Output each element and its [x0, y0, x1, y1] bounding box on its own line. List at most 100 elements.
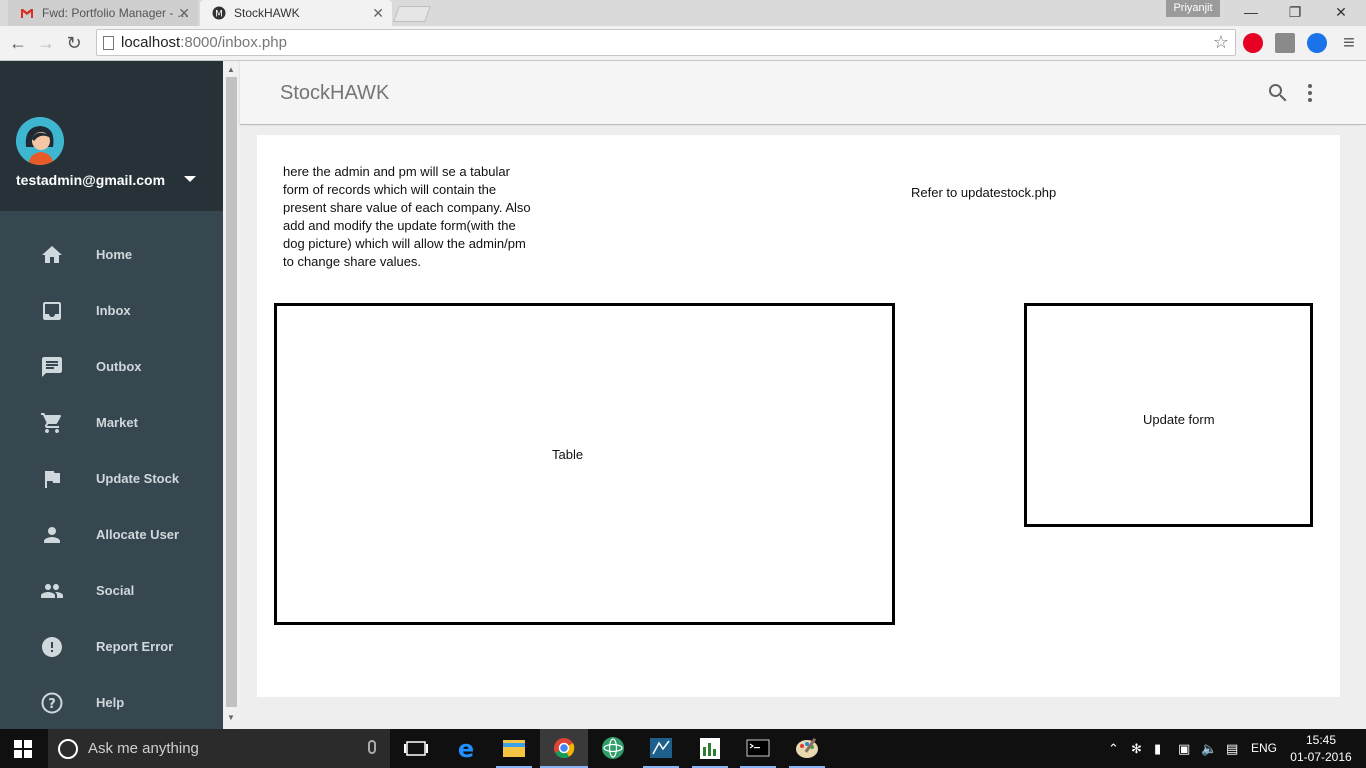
sidebar-scrollbar[interactable]: ▲ ▼	[223, 61, 240, 729]
extension-icon[interactable]	[1275, 33, 1295, 53]
avatar-image	[16, 117, 64, 165]
table-placeholder: Table	[274, 303, 895, 625]
scroll-up-icon[interactable]: ▲	[227, 65, 235, 74]
user-email: testadmin@gmail.com	[16, 172, 166, 188]
close-icon[interactable]: ✕	[1318, 0, 1364, 26]
inbox-icon	[43, 302, 61, 320]
file-explorer-icon[interactable]	[490, 729, 538, 768]
sidebar-item-outbox[interactable]: Outbox	[0, 339, 223, 395]
forward-icon[interactable]: →	[34, 31, 58, 55]
volume-icon[interactable]: 🔈	[1201, 741, 1217, 757]
address-bar[interactable]: localhost:8000/inbox.php ☆	[96, 29, 1236, 56]
chrome-icon[interactable]	[540, 729, 588, 768]
reference-note: Refer to updatestock.php	[911, 185, 1057, 200]
browser-tab-gmail[interactable]: Fwd: Portfolio Manager - … ✕	[8, 0, 198, 26]
windows-start-icon[interactable]	[14, 740, 32, 758]
new-tab-button[interactable]	[393, 6, 431, 22]
browser-tab-stockhawk[interactable]: M StockHAWK ✕	[200, 0, 392, 26]
description-note: here the admin and pm will se a tabular …	[283, 164, 531, 269]
site-logo-icon: M	[212, 6, 226, 20]
profile-badge[interactable]: Priyanjit	[1166, 0, 1220, 17]
edge-icon[interactable]: e	[442, 729, 490, 768]
scrollbar-thumb[interactable]	[226, 77, 237, 707]
sidebar-item-label: Allocate User	[96, 527, 180, 542]
tab-title: Fwd: Portfolio Manager - …	[42, 6, 189, 20]
back-icon[interactable]: ←	[6, 31, 30, 55]
sidebar-item-market[interactable]: Market	[0, 395, 223, 451]
clock-time: 15:45	[1305, 733, 1337, 747]
update-form-placeholder: Update form	[1024, 303, 1313, 527]
more-vert-icon[interactable]	[1298, 81, 1322, 105]
tray-overflow-icon[interactable]: ⌃	[1108, 741, 1119, 757]
bookmark-star-icon[interactable]: ☆	[1213, 32, 1229, 53]
person-icon	[44, 527, 60, 543]
tray-app-icon[interactable]: ✻	[1131, 741, 1142, 757]
help-icon: ?	[41, 692, 63, 714]
network-icon[interactable]: ▣	[1178, 741, 1190, 757]
cortana-search[interactable]: Ask me anything	[48, 729, 390, 768]
taskbar-clock[interactable]: 15:45 01-07-2016	[1288, 732, 1354, 766]
search-icon[interactable]	[1266, 81, 1290, 105]
sidebar-item-label: Report Error	[96, 639, 174, 654]
sidebar-item-label: Inbox	[96, 303, 131, 318]
taskbar: Ask me anything e ⌃ ✻ ▮ ▣ 🔈 ▤ ENG 15:45 …	[0, 729, 1366, 768]
flag-icon	[45, 471, 60, 488]
avatar[interactable]	[16, 117, 64, 165]
action-center-icon[interactable]: ▤	[1226, 741, 1238, 757]
task-view-icon[interactable]	[392, 729, 440, 768]
restore-icon[interactable]: ❐	[1272, 0, 1318, 26]
error-icon	[42, 637, 62, 657]
minimize-icon[interactable]: —	[1228, 0, 1274, 26]
reload-icon[interactable]: ↻	[62, 31, 86, 55]
browser-toolbar: ← → ↻ localhost:8000/inbox.php ☆ ≡	[0, 26, 1366, 61]
extension-globe-icon[interactable]	[1307, 33, 1327, 53]
browser-tabstrip: Fwd: Portfolio Manager - … ✕ M StockHAWK…	[0, 0, 1366, 26]
app-header: StockHAWK	[240, 61, 1366, 125]
clock-date: 01-07-2016	[1290, 750, 1352, 764]
battery-icon[interactable]: ▮	[1154, 741, 1161, 757]
scroll-down-icon[interactable]: ▼	[227, 713, 235, 722]
sidebar-item-help[interactable]: ? Help	[0, 675, 223, 731]
people-icon	[41, 584, 63, 598]
cart-icon	[41, 413, 62, 433]
tab-close-icon[interactable]: ✕	[372, 0, 384, 26]
svg-text:M: M	[215, 10, 223, 20]
page-title: StockHAWK	[280, 82, 390, 104]
chrome-menu-icon[interactable]: ≡	[1337, 31, 1361, 55]
tab-close-icon[interactable]: ✕	[178, 0, 190, 26]
search-placeholder: Ask me anything	[88, 740, 199, 757]
sidebar-item-update-stock[interactable]: Update Stock	[0, 451, 223, 507]
spreadsheet-app-icon[interactable]	[686, 729, 734, 768]
paint-icon[interactable]	[783, 729, 831, 768]
table-placeholder-label: Table	[552, 447, 584, 462]
sidebar-item-label: Help	[96, 695, 125, 710]
sidebar-item-label: Update Stock	[96, 471, 180, 486]
sidebar: testadmin@gmail.com Home Inbox Outbox Ma…	[0, 61, 223, 729]
sidebar-item-social[interactable]: Social	[0, 563, 223, 619]
cortana-icon	[58, 739, 78, 759]
sidebar-item-inbox[interactable]: Inbox	[0, 283, 223, 339]
sidebar-item-label: Home	[96, 247, 133, 262]
sidebar-item-label: Market	[96, 415, 138, 430]
language-indicator[interactable]: ENG	[1251, 741, 1277, 755]
microphone-icon[interactable]	[368, 740, 376, 754]
gmail-icon	[21, 9, 33, 18]
svg-text:?: ?	[48, 697, 56, 712]
sidebar-item-label: Outbox	[96, 359, 142, 374]
svg-text:e: e	[458, 735, 474, 763]
sidebar-item-home[interactable]: Home	[0, 227, 223, 283]
pinterest-icon[interactable]	[1243, 33, 1263, 53]
sidebar-item-report-error[interactable]: Report Error	[0, 619, 223, 675]
sidebar-header: testadmin@gmail.com	[0, 61, 223, 211]
outbox-icon	[42, 357, 62, 377]
atom-icon[interactable]	[589, 729, 637, 768]
page-icon	[103, 36, 114, 50]
home-icon	[42, 246, 62, 263]
update-form-placeholder-label: Update form	[1143, 412, 1215, 427]
url-text: localhost:8000/inbox.php	[121, 34, 287, 51]
terminal-icon[interactable]	[734, 729, 782, 768]
sidebar-item-allocate-user[interactable]: Allocate User	[0, 507, 223, 563]
sidebar-item-label: Social	[96, 583, 135, 598]
account-dropdown-icon[interactable]	[184, 176, 196, 182]
mysql-workbench-icon[interactable]	[637, 729, 685, 768]
